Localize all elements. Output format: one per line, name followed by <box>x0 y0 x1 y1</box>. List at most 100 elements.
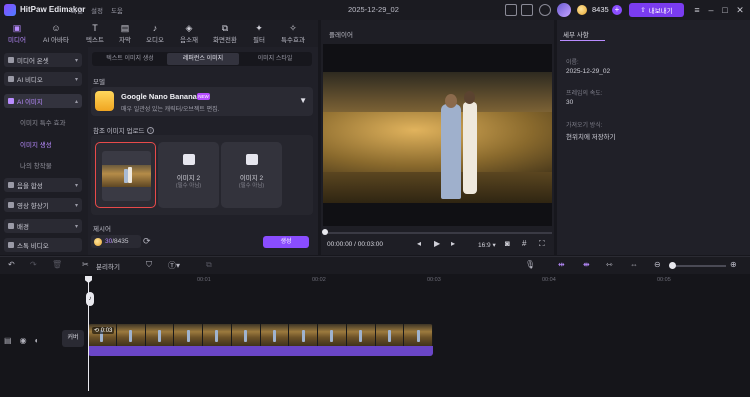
add-credits-icon[interactable]: + <box>612 5 622 15</box>
reference-upload-area: 이미지 2 (필수 아님) 이미지 2 (필수 아님) <box>91 135 313 215</box>
fullscreen-icon[interactable]: ⛶ <box>539 239 545 249</box>
menu-icon[interactable]: ≡ <box>690 3 704 17</box>
refresh-icon[interactable]: ⟳ <box>143 236 151 247</box>
avatar[interactable] <box>557 3 571 17</box>
tab-ai-avatar[interactable]: ☺ AI 아바타 <box>36 20 76 47</box>
next-frame-icon[interactable]: ▸ <box>451 239 455 248</box>
split-view-icon[interactable]: ⇿ <box>606 260 613 269</box>
layout-icon[interactable] <box>505 4 517 16</box>
minimize-icon[interactable]: – <box>704 3 718 17</box>
zoom-in-icon[interactable]: ⊕ <box>730 260 737 269</box>
tab-filter[interactable]: ✦ 필터 <box>246 20 272 47</box>
reference-image-1[interactable] <box>95 142 156 208</box>
image-mode-tabs: 텍스트 이미지 생성 레퍼런스 이미지 이미지 스타일 <box>92 52 312 66</box>
help-icon[interactable] <box>539 4 551 16</box>
tab-subtitle[interactable]: ▤ 자막 <box>112 20 138 47</box>
cover-button[interactable]: 커버 <box>62 330 84 347</box>
sidebar-item-stock-video[interactable]: 스톡 비디오 <box>4 238 82 252</box>
sidebar: 미디어 온셋 ▾ AI 비디오 ▾ AI 이미지 ▴ 이미지 특수 효과 이미지 생성… <box>0 47 88 255</box>
menu-file[interactable]: 파일 <box>71 5 83 15</box>
prompt-label: 제시어 <box>93 226 111 233</box>
maximize-icon[interactable]: □ <box>718 3 732 17</box>
scissors-icon[interactable]: ✂ <box>82 260 89 269</box>
link-icon[interactable]: ⇹ <box>558 260 565 269</box>
model-label: 모델 <box>93 79 105 86</box>
export-button[interactable]: ⇧ 내보내기 <box>629 3 684 17</box>
track-audio-icon[interactable]: ◐ <box>35 336 40 345</box>
sidebar-item-ai-image[interactable]: AI 이미지 ▴ <box>4 94 82 108</box>
zoom-out-icon[interactable]: ⊖ <box>654 260 661 269</box>
folder-icon <box>8 57 14 63</box>
tab-effects[interactable]: ✧ 특수효과 <box>274 20 312 47</box>
filter-icon: ✦ <box>255 23 263 33</box>
zoom-slider[interactable] <box>672 265 726 267</box>
tab-image-style[interactable]: 이미지 스타일 <box>240 53 310 65</box>
banana-model-icon <box>95 91 114 111</box>
redo-icon[interactable]: ↷ <box>30 260 37 269</box>
track-visibility-icon[interactable]: ◉ <box>20 336 27 345</box>
export-label: 내보내기 <box>648 8 673 15</box>
aspect-ratio-select[interactable]: 16:9 ▾ <box>478 241 496 249</box>
text-icon: T <box>92 23 98 33</box>
playback-knob[interactable] <box>322 229 328 235</box>
model-selector[interactable]: Google Nano Banana NEW 매우 일관성 있는 캐릭터/오브젝… <box>91 87 313 116</box>
grid-icon[interactable]: # <box>522 239 526 248</box>
chevron-down-icon[interactable]: ▼ <box>299 96 307 105</box>
tick-label: 00:05 <box>657 277 671 283</box>
clip-audio-track <box>88 346 433 356</box>
chat-icon[interactable] <box>521 4 533 16</box>
shield-icon[interactable]: ⛉ <box>146 260 152 270</box>
menu-settings[interactable]: 설정 <box>91 5 103 15</box>
sidebar-sub-my-creations[interactable]: 나의 창작물 <box>20 160 52 170</box>
tick-label: 00:04 <box>542 277 556 283</box>
microphone-icon[interactable]: 🎙 <box>525 260 535 269</box>
tab-transition[interactable]: ⧉ 화면전환 <box>206 20 244 47</box>
media-icon: ▣ <box>12 23 22 33</box>
sidebar-item-video-enhancer[interactable]: 영상 향상기 ▾ <box>4 198 82 212</box>
import-mode-value: 현위치에 저장하기 <box>566 134 616 141</box>
tab-text[interactable]: T 텍스트 <box>80 20 110 47</box>
subtitle-icon: ▤ <box>120 23 130 33</box>
generate-button[interactable]: 생성 <box>263 236 309 248</box>
info-icon[interactable]: i <box>147 126 155 134</box>
playback-progress[interactable] <box>324 232 552 234</box>
magnet-icon[interactable]: ⇼ <box>583 260 590 269</box>
crop-icon[interactable]: ⧉ <box>206 260 212 270</box>
transition-icon: ⧉ <box>221 23 229 33</box>
tab-media[interactable]: ▣ 미디어 <box>2 20 32 47</box>
snapshot-icon[interactable]: ◙ <box>505 239 510 248</box>
sidebar-sub-image-generate[interactable]: 이미지 생성 <box>20 139 52 149</box>
video-preview[interactable] <box>323 72 552 203</box>
undo-icon[interactable]: ↶ <box>8 260 15 269</box>
sidebar-item-ai-video[interactable]: AI 비디오 ▾ <box>4 72 82 86</box>
menu-help[interactable]: 도움 <box>111 5 123 15</box>
tick-label: 00:03 <box>427 277 441 283</box>
sidebar-sub-image-effects[interactable]: 이미지 특수 효과 <box>20 117 65 127</box>
reference-image-2[interactable]: 이미지 2 (필수 아님) <box>158 142 219 208</box>
split-button[interactable]: 분리하기 <box>96 261 120 271</box>
sidebar-item-background[interactable]: 배경 ▾ <box>4 219 82 233</box>
tab-underline <box>560 40 605 41</box>
video-clip[interactable]: ⟲ 0:03 <box>88 324 433 356</box>
reference-image-3[interactable]: 이미지 2 (필수 아님) <box>221 142 282 208</box>
tick-label: 00:02 <box>312 277 326 283</box>
prev-frame-icon[interactable]: ◂ <box>417 239 421 248</box>
close-icon[interactable]: ✕ <box>733 3 747 17</box>
time-ruler[interactable] <box>88 275 750 289</box>
track-settings-icon[interactable]: ▤ <box>4 336 12 345</box>
tab-text-to-image[interactable]: 텍스트 이미지 생성 <box>94 53 166 65</box>
delete-icon[interactable]: 🗑 <box>52 260 62 269</box>
play-icon[interactable]: ▶ <box>434 239 440 248</box>
stock-icon <box>8 242 14 248</box>
tab-reference-image[interactable]: 레퍼런스 이미지 <box>167 53 239 65</box>
playhead[interactable] <box>88 276 89 391</box>
sidebar-item-media-onset[interactable]: 미디어 온셋 ▾ <box>4 53 82 67</box>
text-tool-icon[interactable]: Ⓣ▾ <box>168 260 180 271</box>
zoom-knob[interactable] <box>669 262 676 269</box>
sidebar-item-voice-synth[interactable]: 음을 합성 ▾ <box>4 178 82 192</box>
fit-icon[interactable]: ⇔ <box>630 260 638 269</box>
tab-sticker[interactable]: ◈ 음소재 <box>174 20 204 47</box>
model-name: Google Nano Banana <box>121 92 197 101</box>
tab-details[interactable]: 세부 사항 <box>563 29 589 39</box>
tab-audio[interactable]: ♪ 오디오 <box>140 20 170 47</box>
